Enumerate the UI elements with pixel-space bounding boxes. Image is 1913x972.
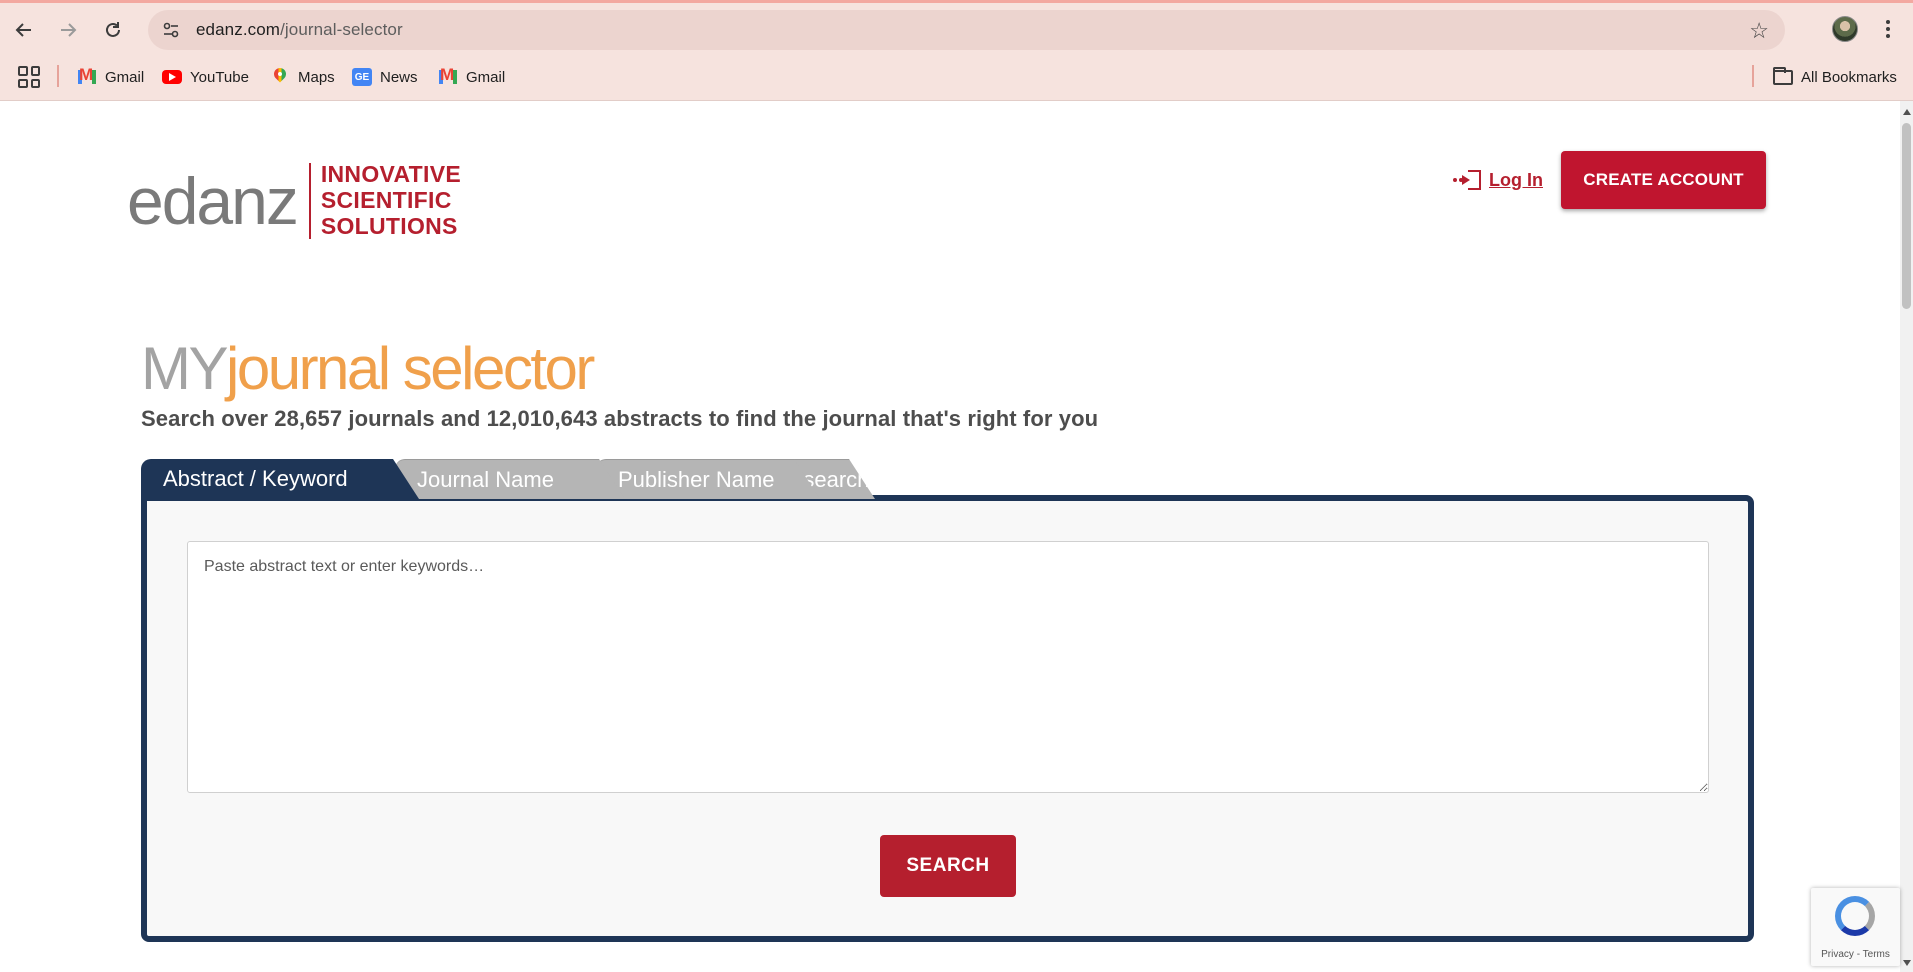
all-bookmarks-label: All Bookmarks [1801, 68, 1897, 86]
tab-journal-name[interactable]: Journal Name [395, 459, 625, 499]
tab-label: Publisher Name [618, 466, 775, 492]
tab-label: Abstract / Keyword [163, 466, 348, 491]
bookmark-label: Gmail [466, 68, 506, 86]
reload-icon [106, 22, 120, 37]
search-button[interactable]: SEARCH [880, 835, 1016, 897]
forward-arrow-icon [61, 23, 77, 37]
recaptcha-footer[interactable]: Privacy - Terms [1811, 949, 1900, 960]
scroll-up-icon[interactable] [1903, 109, 1911, 115]
maps-icon [270, 68, 290, 86]
logo-tagline-line: SOLUTIONS [320, 212, 458, 239]
login-link[interactable]: Log In [1453, 165, 1543, 195]
recaptcha-badge[interactable]: Privacy - Terms [1811, 888, 1900, 966]
all-bookmarks-button[interactable]: All Bookmarks [1773, 64, 1897, 90]
bookmark-label: Gmail [105, 68, 145, 86]
logo-wordmark: edanz [127, 164, 299, 238]
browser-chrome: edanz.com/journal-selector ☆ Gmail YouTu… [0, 0, 1913, 101]
tab-strip-accent [0, 0, 1913, 3]
gmail-icon [438, 65, 458, 86]
recaptcha-icon [1835, 896, 1875, 936]
apps-grid-icon[interactable] [18, 66, 40, 88]
bookmark-maps[interactable]: Maps [270, 64, 335, 90]
edanz-logo[interactable]: edanz INNOVATIVE SCIENTIFIC SOLUTIONS [127, 161, 461, 241]
back-button[interactable] [8, 14, 40, 46]
login-icon [1453, 169, 1481, 191]
bookmark-label: YouTube [190, 68, 249, 86]
title-journal-selector: journal selector [226, 335, 595, 402]
bookmark-youtube[interactable]: YouTube [162, 64, 249, 90]
create-account-button[interactable]: CREATE ACCOUNT [1561, 151, 1766, 209]
page-subtitle: Search over 28,657 journals and 12,010,6… [141, 406, 1099, 431]
bookmark-star-icon[interactable]: ☆ [1749, 18, 1769, 44]
browser-menu-icon[interactable] [1878, 14, 1898, 44]
bookmarks-divider [57, 65, 59, 87]
site-info-icon[interactable] [154, 13, 188, 47]
page-title: MYjournal selector [141, 339, 595, 399]
forward-button[interactable] [52, 14, 84, 46]
tab-abstract-keyword[interactable]: Abstract / Keyword [141, 459, 419, 499]
back-arrow-icon [15, 23, 31, 37]
bookmarks-divider-right [1752, 65, 1754, 87]
logo-tagline-line: INNOVATIVE [320, 161, 461, 188]
scroll-thumb[interactable] [1902, 123, 1911, 309]
bookmark-gmail[interactable]: Gmail [77, 64, 144, 90]
scroll-down-icon[interactable] [1903, 960, 1911, 966]
bookmark-label: News [380, 68, 418, 86]
url-domain: edanz.com [196, 20, 281, 39]
tab-publisher-name[interactable]: Publisher Name [596, 459, 820, 499]
url-text: edanz.com/journal-selector [196, 20, 403, 40]
profile-avatar[interactable] [1832, 16, 1858, 42]
youtube-icon [162, 68, 182, 86]
page-scrollbar[interactable] [1900, 101, 1913, 972]
login-label: Log In [1489, 169, 1543, 190]
search-tabs: Field of Research Publisher Name Journal… [141, 459, 1141, 499]
search-panel: SEARCH [141, 495, 1754, 942]
tab-label: Journal Name [417, 466, 554, 492]
url-path: /journal-selector [280, 20, 403, 39]
logo-tagline-line: SCIENTIFIC [320, 187, 452, 214]
bookmark-news[interactable]: GE News [352, 64, 418, 90]
news-icon: GE [352, 68, 372, 86]
title-my: MY [141, 335, 229, 402]
logo-tagline: INNOVATIVE SCIENTIFIC SOLUTIONS [321, 162, 461, 239]
folder-icon [1773, 66, 1793, 86]
logo-divider [308, 163, 311, 239]
gmail-icon [77, 65, 97, 86]
abstract-keyword-input[interactable] [187, 541, 1709, 793]
address-bar[interactable]: edanz.com/journal-selector ☆ [148, 10, 1785, 50]
reload-button[interactable] [97, 14, 129, 46]
bookmarks-bar: Gmail YouTube Maps GE News Gmail All Boo… [0, 60, 1913, 92]
bookmark-gmail-2[interactable]: Gmail [438, 64, 505, 90]
bookmark-label: Maps [298, 68, 335, 86]
page-content: edanz INNOVATIVE SCIENTIFIC SOLUTIONS Lo… [0, 101, 1900, 972]
